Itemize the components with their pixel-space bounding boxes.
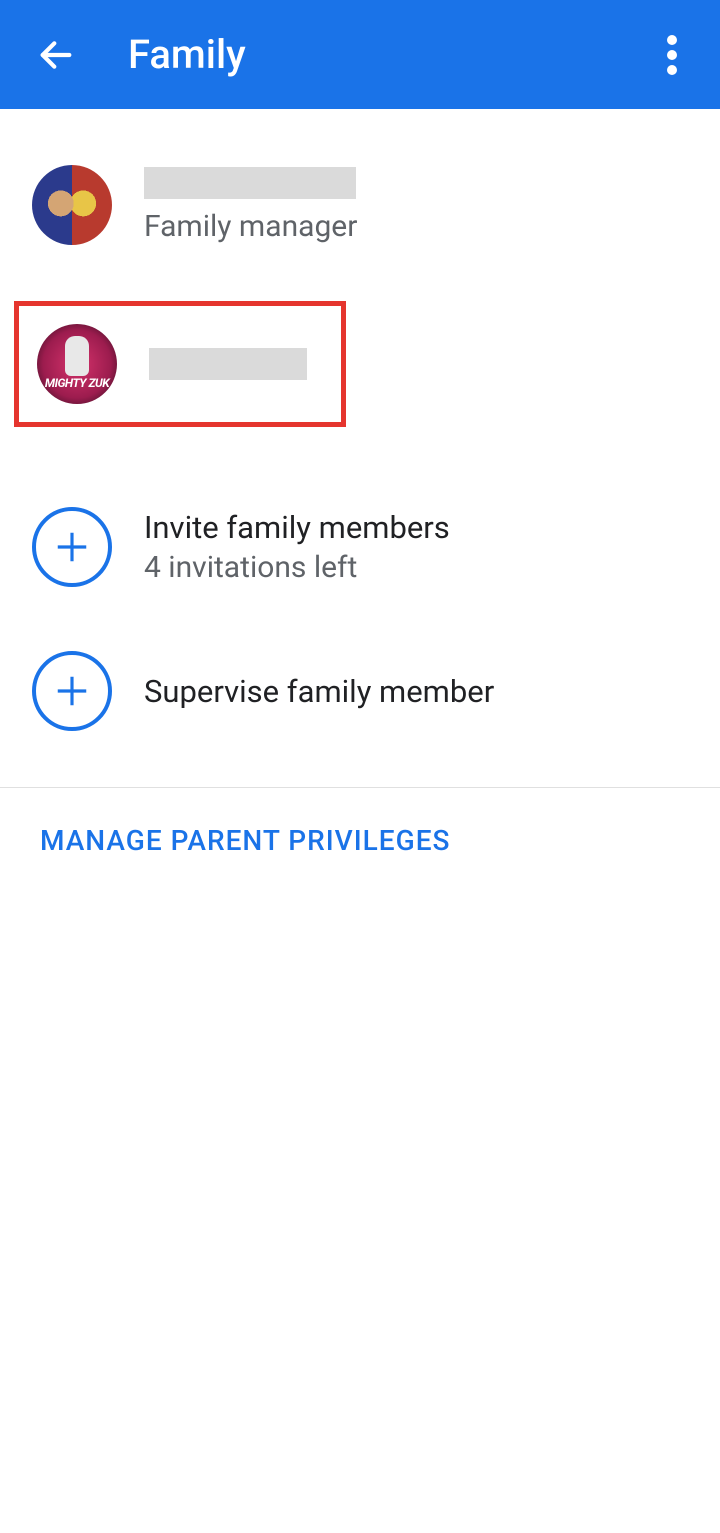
invite-subtitle: 4 invitations left xyxy=(144,550,450,585)
invite-members-row[interactable]: Invite family members 4 invitations left xyxy=(0,475,720,619)
plus-circle-icon xyxy=(32,651,112,731)
member-name-redacted xyxy=(149,348,307,380)
manage-parent-privileges-link[interactable]: MANAGE PARENT PRIVILEGES xyxy=(0,788,720,893)
overflow-menu-button[interactable] xyxy=(648,31,696,79)
supervise-member-row[interactable]: Supervise family member xyxy=(0,619,720,763)
plus-icon xyxy=(53,528,91,566)
invite-title: Invite family members xyxy=(144,509,450,546)
action-info: Supervise family member xyxy=(144,673,494,710)
page-title: Family xyxy=(128,31,648,78)
avatar xyxy=(37,324,117,404)
content: Family manager Invite family members 4 i… xyxy=(0,109,720,893)
supervise-title: Supervise family member xyxy=(144,673,494,710)
avatar xyxy=(32,165,112,245)
member-role: Family manager xyxy=(144,209,357,244)
family-manager-row[interactable]: Family manager xyxy=(0,157,720,253)
action-info: Invite family members 4 invitations left xyxy=(144,509,450,585)
member-name-redacted xyxy=(144,167,356,199)
app-bar: Family xyxy=(0,0,720,109)
highlighted-member-container xyxy=(14,301,346,427)
plus-circle-icon xyxy=(32,507,112,587)
member-info xyxy=(149,348,307,380)
arrow-back-icon xyxy=(36,35,76,75)
back-button[interactable] xyxy=(32,31,80,79)
family-member-row[interactable] xyxy=(37,316,323,412)
more-vert-icon xyxy=(667,35,677,75)
member-info: Family manager xyxy=(144,167,357,244)
plus-icon xyxy=(53,672,91,710)
